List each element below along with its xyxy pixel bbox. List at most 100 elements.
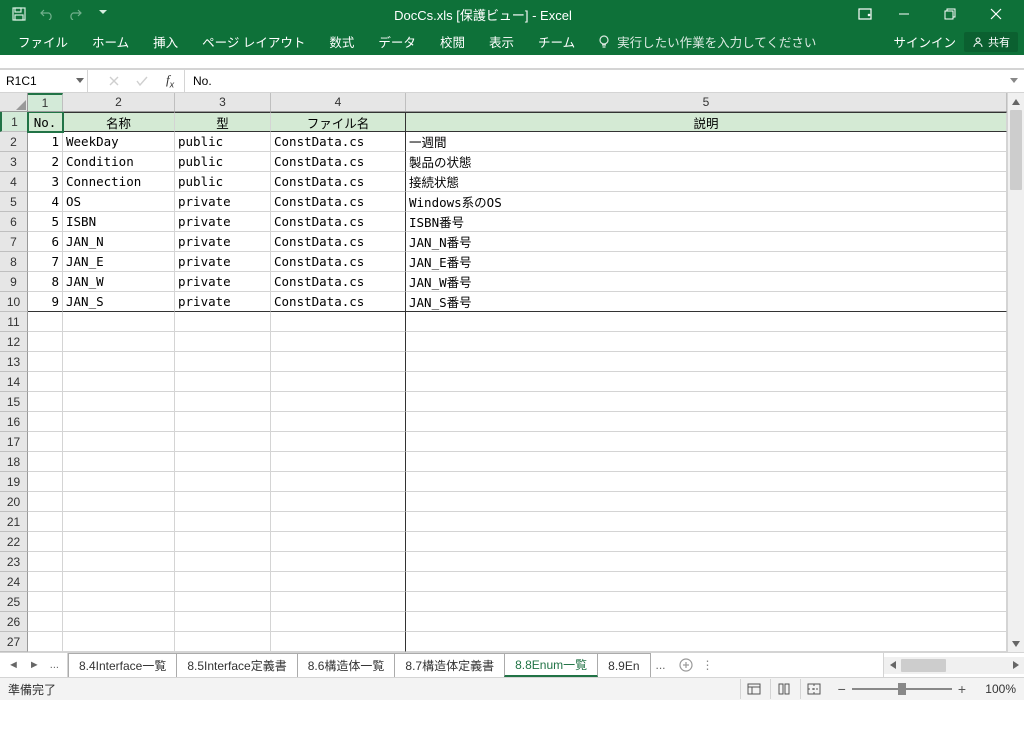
cell[interactable] bbox=[28, 352, 63, 372]
cell[interactable]: 4 bbox=[28, 192, 63, 212]
cancel-formula-button[interactable] bbox=[100, 70, 128, 92]
vscroll-thumb[interactable] bbox=[1010, 110, 1022, 190]
select-all-corner[interactable] bbox=[0, 93, 28, 112]
cell[interactable] bbox=[63, 512, 175, 532]
cell[interactable]: public bbox=[175, 132, 271, 152]
redo-icon[interactable] bbox=[62, 2, 88, 26]
cell[interactable] bbox=[406, 392, 1007, 412]
cell[interactable] bbox=[271, 392, 406, 412]
cell[interactable] bbox=[271, 372, 406, 392]
cell[interactable] bbox=[175, 332, 271, 352]
cell[interactable] bbox=[406, 592, 1007, 612]
tell-me[interactable]: 実行したい作業を入力してください bbox=[587, 32, 826, 51]
row-header[interactable]: 6 bbox=[0, 212, 28, 232]
share-button[interactable]: 共有 bbox=[964, 32, 1018, 52]
sheet-tab[interactable]: 8.8Enum一覧 bbox=[504, 653, 598, 677]
cell[interactable]: Condition bbox=[63, 152, 175, 172]
row-header[interactable]: 7 bbox=[0, 232, 28, 252]
row-header[interactable]: 14 bbox=[0, 372, 28, 392]
cell[interactable] bbox=[271, 492, 406, 512]
scroll-left-button[interactable] bbox=[884, 661, 901, 669]
vertical-scrollbar[interactable] bbox=[1007, 93, 1024, 652]
cell[interactable] bbox=[63, 552, 175, 572]
cell[interactable] bbox=[28, 312, 63, 332]
zoom-track[interactable] bbox=[852, 688, 952, 690]
scroll-down-button[interactable] bbox=[1008, 635, 1024, 652]
tab-file[interactable]: ファイル bbox=[6, 28, 80, 55]
tab-formulas[interactable]: 数式 bbox=[317, 28, 366, 55]
sheet-nav-more-right[interactable]: ... bbox=[650, 658, 672, 672]
zoom-percent[interactable]: 100% bbox=[976, 682, 1016, 696]
cell[interactable] bbox=[271, 452, 406, 472]
undo-icon[interactable] bbox=[34, 2, 60, 26]
cell[interactable]: 6 bbox=[28, 232, 63, 252]
cell[interactable]: 説明 bbox=[406, 112, 1007, 132]
cell[interactable]: 一週間 bbox=[406, 132, 1007, 152]
row-header[interactable]: 2 bbox=[0, 132, 28, 152]
new-sheet-button[interactable] bbox=[672, 653, 700, 677]
cell[interactable]: WeekDay bbox=[63, 132, 175, 152]
row-header[interactable]: 5 bbox=[0, 192, 28, 212]
cell[interactable] bbox=[63, 572, 175, 592]
sheet-tab[interactable]: 8.6構造体一覧 bbox=[297, 653, 396, 677]
cell[interactable]: private bbox=[175, 192, 271, 212]
cell[interactable]: ConstData.cs bbox=[271, 252, 406, 272]
row-header[interactable]: 25 bbox=[0, 592, 28, 612]
cell[interactable] bbox=[28, 492, 63, 512]
ribbon-display-options-icon[interactable] bbox=[850, 0, 880, 28]
cell[interactable]: No. bbox=[28, 112, 63, 132]
cell[interactable] bbox=[28, 472, 63, 492]
cell[interactable]: JAN_N番号 bbox=[406, 232, 1007, 252]
cell[interactable]: public bbox=[175, 172, 271, 192]
cell[interactable] bbox=[271, 552, 406, 572]
cell[interactable] bbox=[175, 372, 271, 392]
cell[interactable]: OS bbox=[63, 192, 175, 212]
cell[interactable] bbox=[175, 572, 271, 592]
save-icon[interactable] bbox=[6, 2, 32, 26]
cell[interactable] bbox=[175, 632, 271, 652]
cell[interactable] bbox=[271, 352, 406, 372]
row-header[interactable]: 9 bbox=[0, 272, 28, 292]
tab-insert[interactable]: 挿入 bbox=[141, 28, 190, 55]
cell[interactable]: private bbox=[175, 292, 271, 312]
zoom-thumb[interactable] bbox=[898, 683, 906, 695]
sheet-nav-next[interactable]: ► bbox=[25, 659, 44, 671]
minimize-button[interactable] bbox=[882, 0, 926, 28]
cell[interactable]: 9 bbox=[28, 292, 63, 312]
tab-team[interactable]: チーム bbox=[526, 28, 587, 55]
vscroll-track[interactable] bbox=[1008, 110, 1024, 635]
cell[interactable] bbox=[406, 512, 1007, 532]
expand-formula-bar[interactable] bbox=[1004, 70, 1024, 92]
cell[interactable]: JAN_E番号 bbox=[406, 252, 1007, 272]
cell[interactable] bbox=[28, 552, 63, 572]
row-header[interactable]: 17 bbox=[0, 432, 28, 452]
zoom-in-button[interactable]: + bbox=[958, 681, 966, 697]
row-header[interactable]: 19 bbox=[0, 472, 28, 492]
cell[interactable] bbox=[406, 412, 1007, 432]
cell[interactable] bbox=[28, 632, 63, 652]
scroll-up-button[interactable] bbox=[1008, 93, 1024, 110]
column-header[interactable]: 5 bbox=[406, 93, 1007, 111]
cell[interactable] bbox=[406, 452, 1007, 472]
cell[interactable]: ConstData.cs bbox=[271, 172, 406, 192]
formula-input[interactable] bbox=[185, 70, 1004, 92]
row-header[interactable]: 21 bbox=[0, 512, 28, 532]
row-header[interactable]: 16 bbox=[0, 412, 28, 432]
row-header[interactable]: 24 bbox=[0, 572, 28, 592]
cell[interactable] bbox=[406, 632, 1007, 652]
cell[interactable]: JAN_S番号 bbox=[406, 292, 1007, 312]
cell[interactable]: Windows系のOS bbox=[406, 192, 1007, 212]
tab-view[interactable]: 表示 bbox=[477, 28, 526, 55]
hscroll-track[interactable] bbox=[901, 657, 1007, 674]
cell[interactable] bbox=[271, 532, 406, 552]
cell[interactable] bbox=[406, 572, 1007, 592]
row-header[interactable]: 15 bbox=[0, 392, 28, 412]
cell[interactable] bbox=[271, 312, 406, 332]
cell[interactable] bbox=[175, 432, 271, 452]
row-header[interactable]: 26 bbox=[0, 612, 28, 632]
insert-function-button[interactable]: fx bbox=[156, 70, 184, 92]
cell[interactable] bbox=[28, 532, 63, 552]
cell[interactable] bbox=[271, 592, 406, 612]
row-header[interactable]: 12 bbox=[0, 332, 28, 352]
row-header[interactable]: 18 bbox=[0, 452, 28, 472]
